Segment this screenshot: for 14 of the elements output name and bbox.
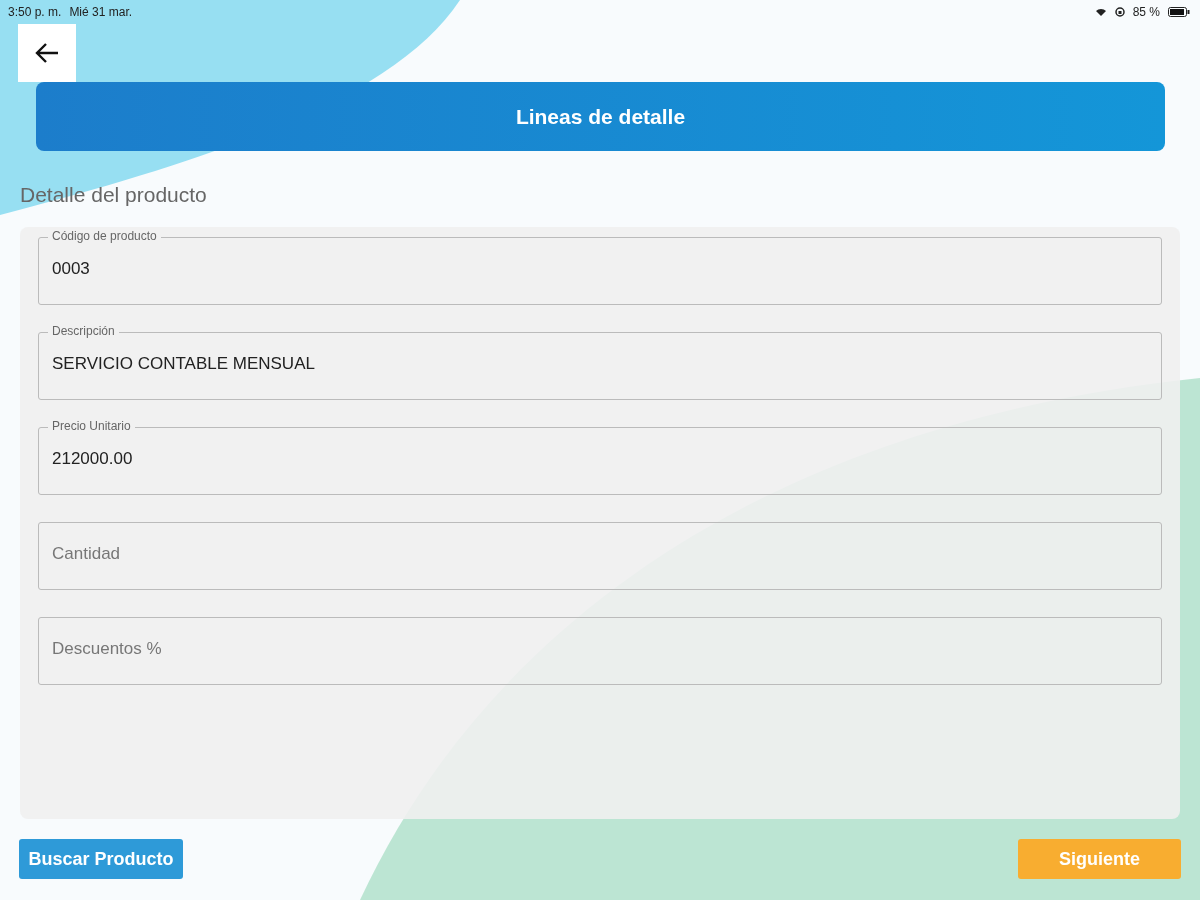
orientation-lock-icon — [1114, 7, 1125, 17]
back-arrow-icon — [34, 42, 60, 64]
field-label: Código de producto — [48, 229, 161, 244]
battery-icon — [1168, 7, 1190, 17]
battery-percent: 85 % — [1132, 5, 1160, 19]
field-label: Descripción — [48, 324, 119, 339]
status-date: Mié 31 mar. — [69, 5, 133, 19]
wifi-icon — [1094, 7, 1107, 17]
header-title: Lineas de detalle — [515, 104, 686, 129]
input-field[interactable]: Cantidad — [38, 522, 1162, 590]
section-title: Detalle del producto — [20, 183, 208, 208]
back-button[interactable] — [18, 24, 76, 82]
input-field[interactable]: Descuentos % — [38, 617, 1162, 685]
status-time: 3:50 p. m. — [8, 5, 62, 19]
